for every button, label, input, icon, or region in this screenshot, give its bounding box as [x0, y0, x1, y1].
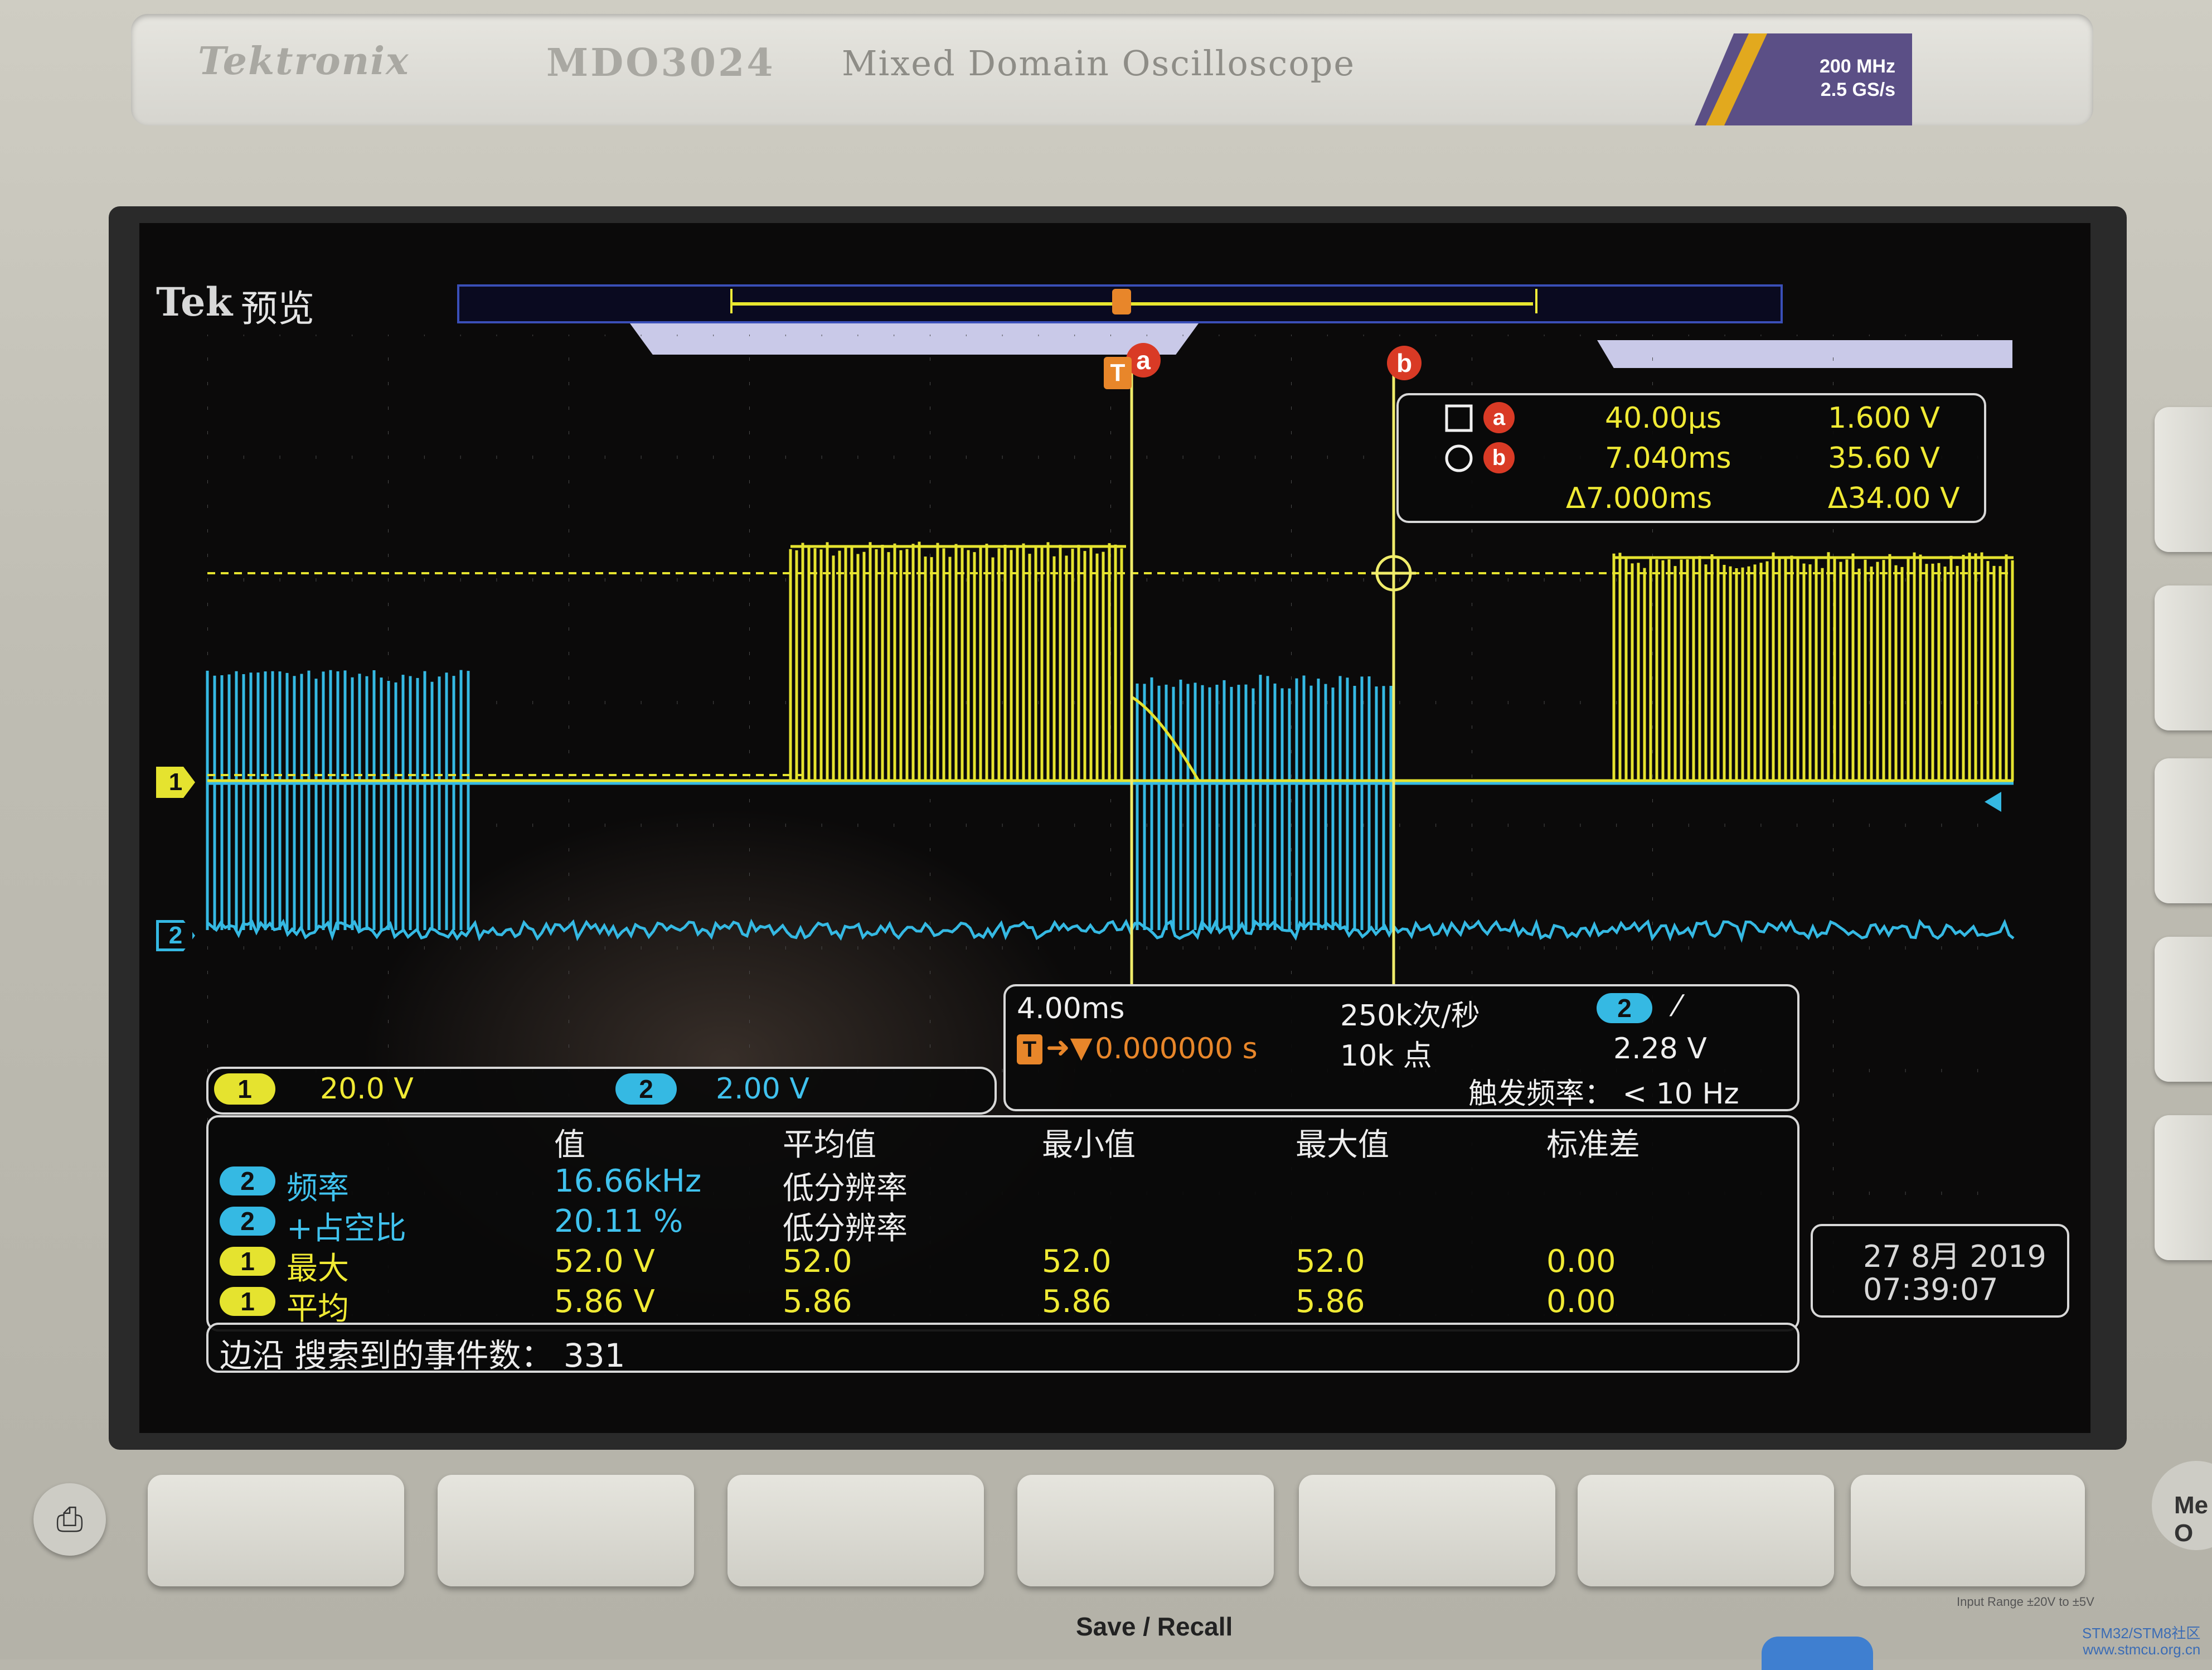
meas-name: 最大: [287, 1251, 349, 1287]
measurement-table[interactable]: 值 平均值 最小值 最大值 标准差 2 频率 16.66kHz 低分辨率 2 +占空比 20…: [206, 1115, 1799, 1332]
trigger-level: 2.28 V: [1613, 1032, 1707, 1066]
time-per-div: 4.00ms: [1017, 992, 1125, 1025]
datetime-panel: 27 8月 2019 07:39:07: [1811, 1224, 2069, 1318]
meas-value: 52.0 V: [554, 1243, 655, 1280]
ch2-badge[interactable]: 2: [615, 1073, 677, 1105]
search-event-count: 边沿 搜索到的事件数： 331: [220, 1337, 625, 1374]
meas-channel-badge: 2: [220, 1207, 275, 1236]
ch1-burst: [789, 541, 1126, 781]
meas-channel-badge: 1: [220, 1247, 275, 1276]
col-header-stddev: 标准差: [1546, 1127, 1640, 1163]
record-length: 10k 点: [1340, 1039, 1432, 1073]
brand-logo: Tektronix: [198, 39, 410, 84]
cursor-b-badge: b: [1483, 442, 1515, 473]
bandwidth-label: 200 MHz: [1819, 56, 1895, 77]
watermark-line1: STM32/STM8社区: [2082, 1625, 2201, 1642]
bottom-menu-button-5[interactable]: [1299, 1475, 1555, 1586]
ch1-volts-per-div: 20.0 V: [320, 1072, 414, 1106]
oscilloscope-bezel: Tektronix MDO3024 Mixed Domain Oscillosc…: [0, 0, 2212, 1670]
ch1-badge[interactable]: 1: [214, 1073, 275, 1105]
side-menu-button-3[interactable]: [2155, 758, 2212, 903]
sample-rate-label: 2.5 GS/s: [1820, 79, 1895, 100]
meas-channel-badge: 1: [220, 1287, 275, 1316]
ch2-burst: [206, 670, 470, 930]
circle-icon: [1445, 444, 1473, 472]
col-header-max: 最大值: [1296, 1127, 1389, 1163]
ch2-volts-per-div: 2.00 V: [716, 1072, 809, 1106]
col-header-value: 值: [554, 1127, 585, 1163]
meas-std: 0.00: [1546, 1243, 1616, 1280]
search-status-bar: 边沿 搜索到的事件数： 331: [206, 1323, 1799, 1374]
meas-channel-badge: 2: [220, 1166, 275, 1195]
cursor-delta-value: Δ34.00 V: [1828, 482, 1960, 515]
channel-scale-bar[interactable]: 1 20.0 V 2 2.00 V: [206, 1067, 997, 1115]
printer-icon[interactable]: ⎙: [33, 1483, 106, 1556]
time-display: 07:39:07: [1863, 1272, 1998, 1307]
meas-std: 0.00: [1546, 1284, 1616, 1320]
trigger-frequency: 触发频率： < 10 Hz: [1468, 1077, 1739, 1111]
ch1-burst: [1612, 552, 2014, 781]
cursor-b-time: 7.040ms: [1605, 442, 1731, 475]
meas-name: 频率: [287, 1170, 349, 1207]
watermark: STM32/STM8社区 www.stmcu.org.cn: [2082, 1625, 2200, 1657]
cursor-a-time: 40.00µs: [1605, 401, 1722, 435]
ch2-noise: [206, 918, 2015, 943]
trigger-position-icon: T: [1017, 1034, 1042, 1064]
save-recall-label: Save / Recall: [1076, 1612, 1233, 1641]
col-header-mean: 平均值: [783, 1127, 876, 1163]
trigger-level-arrow[interactable]: [1985, 792, 2001, 812]
meas-value: 5.86 V: [554, 1284, 655, 1320]
menu-off-label: Me O: [2174, 1492, 2209, 1547]
cursor-delta-time: Δ7.000ms: [1566, 482, 1713, 515]
meas-value: 16.66kHz: [554, 1163, 702, 1199]
side-menu-button-2[interactable]: [2155, 585, 2212, 730]
rising-edge-icon: ⁄: [1675, 990, 1680, 1023]
meas-mean: 52.0: [783, 1243, 852, 1280]
side-menu-button-1[interactable]: [2155, 407, 2212, 552]
bottom-menu-button-7[interactable]: [1851, 1475, 2085, 1586]
side-menu-button-5[interactable]: [2155, 1115, 2212, 1260]
date-display: 27 8月 2019: [1863, 1239, 2046, 1274]
square-icon: [1445, 404, 1473, 432]
meas-value: 20.11 %: [554, 1203, 683, 1240]
ch2-burst: [1136, 675, 1393, 930]
meas-max: 52.0: [1296, 1243, 1365, 1280]
product-title: Mixed Domain Oscilloscope: [842, 43, 1356, 84]
watermark-line2: www.stmcu.org.cn: [2083, 1640, 2201, 1658]
meas-mean: 低分辨率: [783, 1170, 908, 1207]
meas-mean: 低分辨率: [783, 1211, 908, 1247]
scope-screen: Tek 预览 1 2 a b T a 40.00µs 1.600 V b 7.0…: [139, 223, 2090, 1433]
meas-mean: 5.86: [783, 1284, 852, 1320]
trigger-position-marker[interactable]: T: [1104, 357, 1132, 389]
horizontal-position: 0.000000 s: [1095, 1032, 1258, 1066]
bottom-menu-button-6[interactable]: [1578, 1475, 1834, 1586]
meas-min: 52.0: [1042, 1243, 1112, 1280]
meas-min: 5.86: [1042, 1284, 1112, 1320]
cursor-b-value: 35.60 V: [1828, 442, 1940, 475]
sample-rate: 250k次/秒: [1340, 999, 1480, 1033]
bottom-menu-button-3[interactable]: [727, 1475, 984, 1586]
cursor-b-flag[interactable]: b: [1387, 346, 1422, 380]
bottom-menu-button-1[interactable]: [148, 1475, 404, 1586]
ch1-waveform: [207, 541, 2014, 782]
trigger-source-badge: 2: [1597, 993, 1652, 1023]
model-name: MDO3024: [546, 41, 775, 85]
bottom-menu-button-2[interactable]: [438, 1475, 694, 1586]
arrow-right-icon: ➜▼: [1046, 1031, 1093, 1064]
col-header-min: 最小值: [1042, 1127, 1136, 1163]
meas-max: 5.86: [1296, 1284, 1365, 1320]
horizontal-trigger-panel[interactable]: 4.00ms 250k次/秒 2 ⁄ T ➜▼ 0.000000 s 10k 点…: [1003, 984, 1799, 1111]
meas-name: +占空比: [287, 1211, 406, 1247]
cursor-readout: a 40.00µs 1.600 V b 7.040ms 35.60 V Δ7.0…: [1396, 393, 1986, 523]
cursor-a-value: 1.600 V: [1828, 401, 1940, 435]
meas-name: 平均: [287, 1291, 349, 1327]
bottom-menu-button-4[interactable]: [1017, 1475, 1274, 1586]
cursor-a-badge: a: [1483, 402, 1515, 433]
blue-front-button[interactable]: [1762, 1637, 1873, 1670]
side-menu-button-4[interactable]: [2155, 937, 2212, 1082]
input-range-label: Input Range ±20V to ±5V: [1957, 1595, 2094, 1609]
